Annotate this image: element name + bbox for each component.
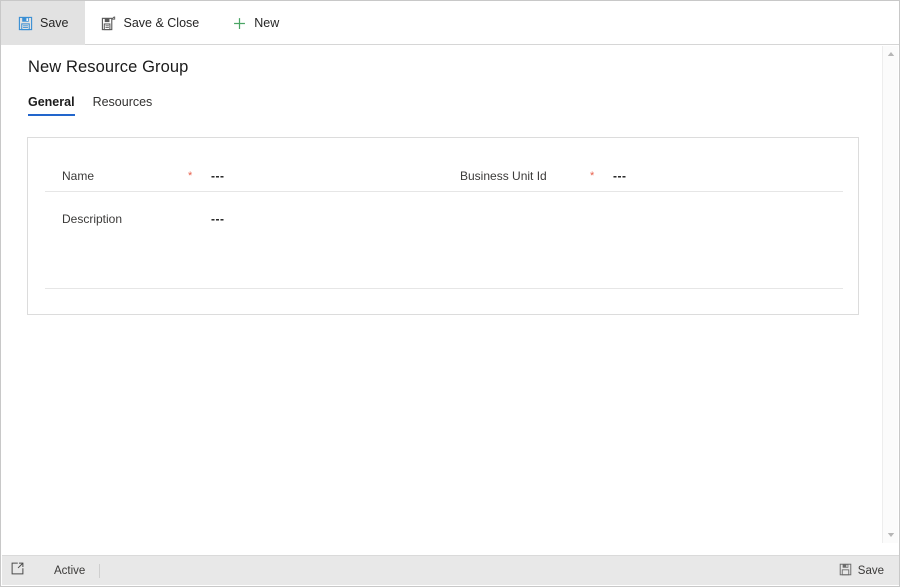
field-name-label: Name bbox=[62, 169, 95, 183]
save-floppy-icon bbox=[839, 563, 852, 579]
scroll-down-arrow-icon[interactable] bbox=[883, 527, 899, 543]
status-badge: Active bbox=[32, 563, 101, 578]
tab-resources-label: Resources bbox=[92, 95, 153, 109]
open-in-new-window-icon bbox=[11, 562, 24, 580]
save-floppy-icon bbox=[17, 15, 33, 31]
field-name[interactable]: Name * --- bbox=[62, 165, 225, 187]
field-description-label: Description bbox=[62, 212, 123, 226]
new-button-label: New bbox=[254, 16, 280, 30]
save-button[interactable]: Save bbox=[1, 1, 85, 45]
open-in-new-window-button[interactable] bbox=[2, 556, 32, 586]
form-tabs: General Resources bbox=[28, 95, 152, 116]
scroll-up-arrow-icon[interactable] bbox=[883, 46, 899, 62]
tab-general-label: General bbox=[28, 95, 75, 109]
command-bar: Save Save & Close New bbox=[1, 1, 899, 45]
field-business-unit-id[interactable]: Business Unit Id * --- bbox=[460, 165, 627, 187]
save-and-close-label: Save & Close bbox=[123, 16, 200, 30]
status-bar-left: Active bbox=[2, 556, 101, 586]
status-bar-save-label: Save bbox=[857, 564, 884, 577]
general-form-card: Name * --- Business Unit Id * --- Descri… bbox=[27, 137, 859, 315]
field-description-value: --- bbox=[211, 212, 225, 226]
form-page: New Resource Group General Resources Nam… bbox=[1, 45, 899, 543]
status-bar: Active Save bbox=[2, 555, 899, 586]
form-divider-2 bbox=[45, 288, 843, 289]
form-divider-1 bbox=[45, 191, 843, 192]
status-bar-save-button[interactable]: Save bbox=[827, 556, 899, 586]
save-button-label: Save bbox=[40, 16, 69, 30]
tab-general[interactable]: General bbox=[28, 95, 75, 116]
field-business-unit-id-value: --- bbox=[613, 169, 627, 183]
field-business-unit-id-label: Business Unit Id bbox=[460, 169, 547, 183]
field-name-required-asterisk: * bbox=[188, 169, 193, 182]
vertical-scrollbar[interactable] bbox=[882, 46, 898, 543]
save-and-close-icon bbox=[101, 15, 117, 31]
save-and-close-button[interactable]: Save & Close bbox=[85, 1, 216, 45]
field-description[interactable]: Description --- bbox=[62, 208, 225, 230]
new-button[interactable]: New bbox=[215, 1, 295, 45]
plus-icon bbox=[231, 15, 247, 31]
resource-group-form-window: Save Save & Close New New Resource Group… bbox=[0, 0, 900, 587]
field-business-unit-id-required-asterisk: * bbox=[590, 169, 595, 182]
tab-resources[interactable]: Resources bbox=[93, 95, 153, 116]
field-name-value: --- bbox=[211, 169, 225, 183]
page-title: New Resource Group bbox=[28, 58, 189, 76]
